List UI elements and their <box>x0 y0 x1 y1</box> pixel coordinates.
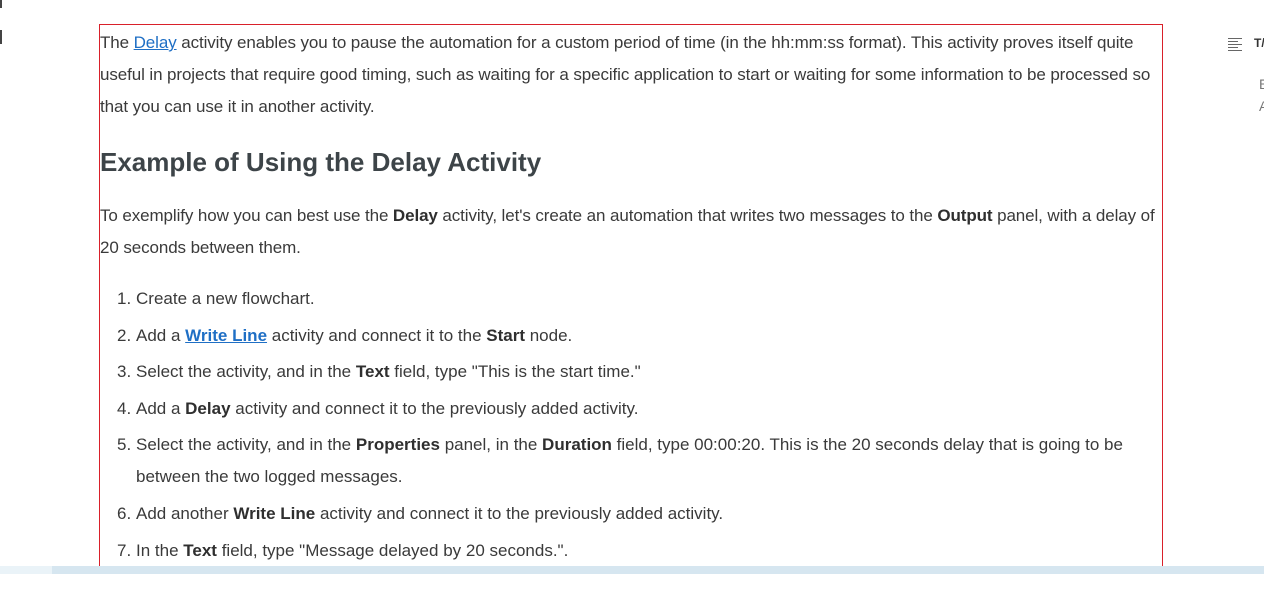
step-bold: Text <box>355 362 390 382</box>
step-item-1: 1. Create a new flowchart. <box>100 283 1158 315</box>
step-bold: Write Line <box>233 503 316 523</box>
step-number: 4. <box>117 398 132 418</box>
step-bold: Delay <box>185 398 231 418</box>
step-text: Select the activity, and in the <box>136 435 356 455</box>
step-item-6: 6. Add another Write Line activity and co… <box>100 498 1158 530</box>
step-number: 3. <box>117 362 132 382</box>
example-paragraph: To exemplify how you can best use the De… <box>100 200 1158 264</box>
example-bold-output: Output <box>937 206 993 225</box>
table-of-contents: T/ E A <box>1224 30 1264 130</box>
example-text-2: activity, let's create an automation tha… <box>437 206 938 225</box>
step-item-5: 5. Select the activity, and in the Proper… <box>100 429 1158 493</box>
step-number: 2. <box>117 325 132 345</box>
list-icon <box>1228 38 1242 51</box>
highlighted-content-region: The Delay activity enables you to pause … <box>99 24 1163 574</box>
step-item-3: 3. Select the activity, and in the Text f… <box>100 356 1158 388</box>
step-text: activity and connect it to the <box>267 325 487 345</box>
step-item-7: 7. In the Text field, type "Message delay… <box>100 535 1158 567</box>
step-text: In the <box>136 540 184 560</box>
horizontal-scrollbar[interactable] <box>0 566 1264 574</box>
step-number: 7. <box>117 540 132 560</box>
write-line-link[interactable]: Write Line <box>185 326 267 345</box>
left-edge-marks <box>0 0 6 50</box>
intro-text-after: activity enables you to pause the automa… <box>100 33 1151 116</box>
section-heading: Example of Using the Delay Activity <box>100 147 542 177</box>
toc-item[interactable]: A <box>1259 98 1264 114</box>
step-bold: Duration <box>542 435 612 455</box>
scrollbar-track-start <box>0 566 52 574</box>
step-text: field, type "This is the start time." <box>389 362 641 382</box>
step-number: 6. <box>117 503 132 523</box>
toc-item[interactable]: E <box>1259 76 1264 92</box>
step-text: Add another <box>136 503 234 523</box>
step-text: field, type "Message delayed by 20 secon… <box>216 540 569 560</box>
step-bold: Properties <box>355 435 440 455</box>
step-item-4: 4. Add a Delay activity and connect it to… <box>100 393 1158 425</box>
delay-link[interactable]: Delay <box>134 33 177 52</box>
example-text-1: To exemplify how you can best use the <box>100 206 393 225</box>
intro-text-before: The <box>100 33 134 52</box>
step-number: 1. <box>117 289 132 308</box>
step-number: 5. <box>117 435 132 455</box>
step-bold: Start <box>486 325 525 345</box>
step-text: Create a new flowchart. <box>136 289 315 308</box>
step-bold: Text <box>183 540 217 560</box>
step-text: Add a <box>136 398 186 418</box>
example-bold-delay: Delay <box>392 206 438 225</box>
step-text: panel, in the <box>439 435 543 455</box>
toc-title: T/ <box>1254 36 1264 50</box>
step-item-2: 2. Add a Write Line activity and connect … <box>100 320 1158 352</box>
step-text: activity and connect it to the previousl… <box>230 398 639 418</box>
step-text: node. <box>525 325 573 345</box>
step-text: Select the activity, and in the <box>136 362 356 382</box>
step-text: Add a <box>136 325 186 345</box>
step-text: activity and connect it to the previousl… <box>315 503 724 523</box>
intro-paragraph: The Delay activity enables you to pause … <box>100 27 1158 123</box>
steps-list: 1. Create a new flowchart. 2. Add a Write … <box>100 283 1158 571</box>
